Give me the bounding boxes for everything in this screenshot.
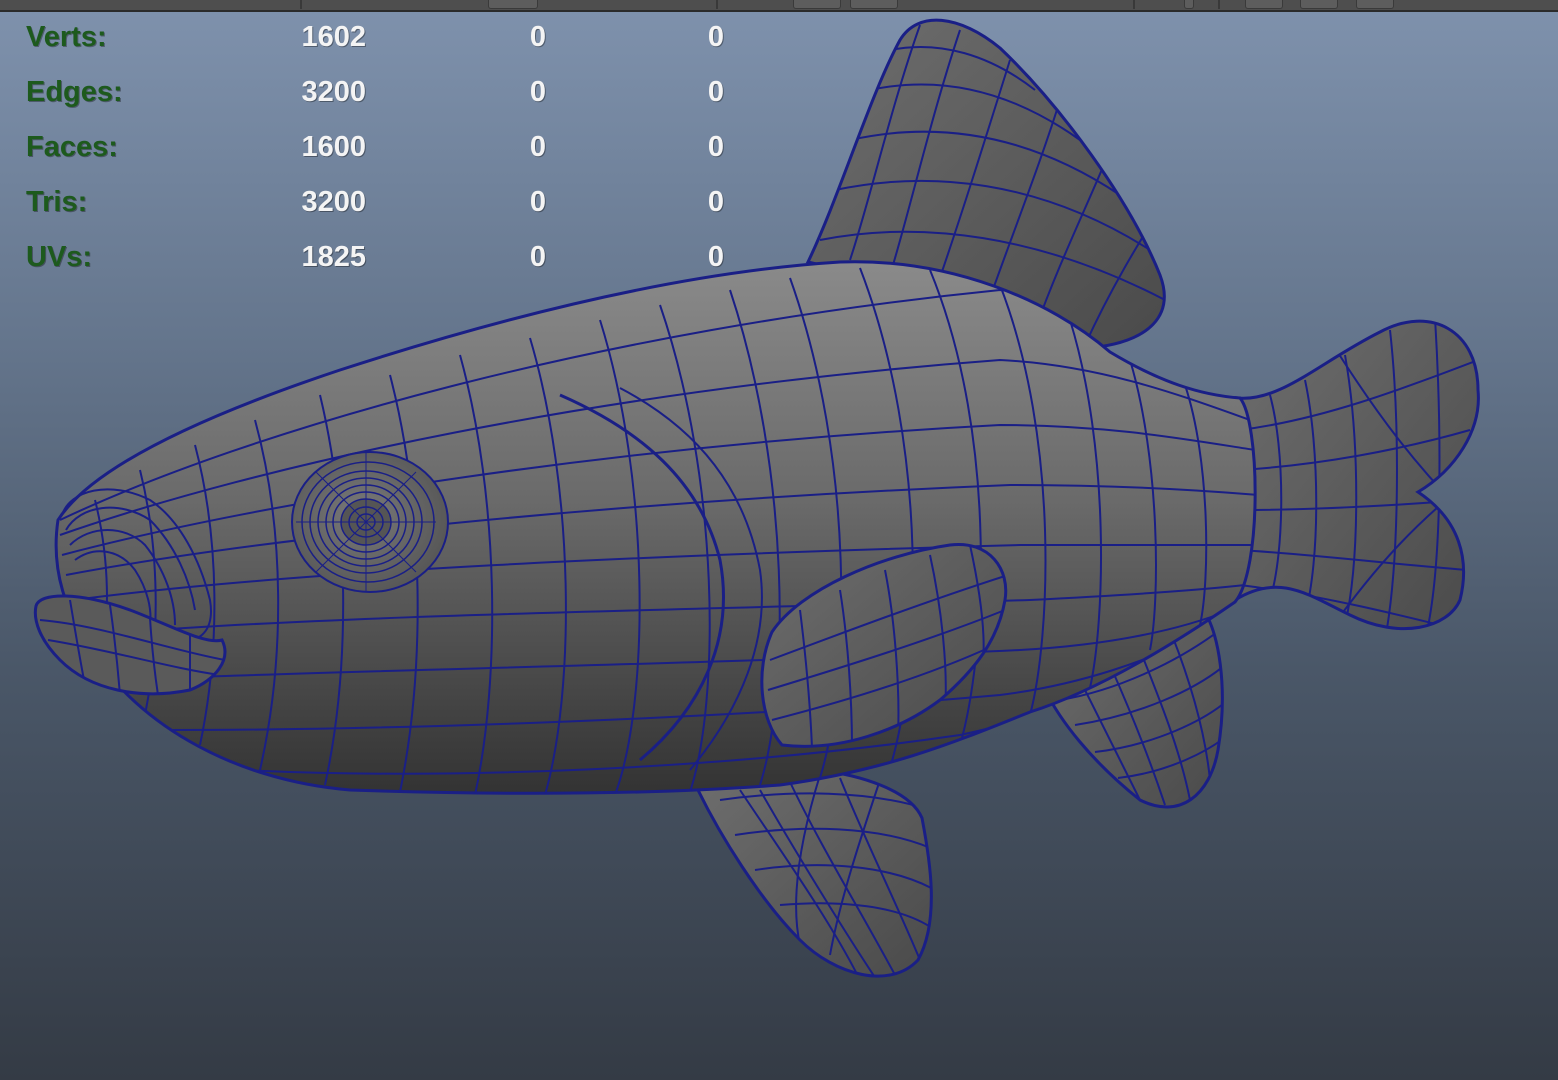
hud-value-component: 0: [707, 21, 724, 53]
hud-label: Edges:: [26, 76, 123, 108]
3d-viewport[interactable]: Verts: 1602 0 0 Edges: 3200 0 0 Faces: 1…: [0, 0, 1558, 1080]
hud-value-object: 1602: [301, 21, 366, 53]
hud-row-uvs: UVs: 1825 0 0: [26, 230, 726, 285]
hud-row-tris: Tris: 3200 0 0: [26, 175, 726, 230]
pelvic-fin: [695, 768, 933, 978]
hud-value-selected: 0: [529, 21, 546, 53]
hud-value-component: 0: [707, 241, 724, 273]
tail-fin: [1233, 319, 1480, 630]
eye: [291, 451, 449, 593]
hud-value-selected: 0: [529, 131, 546, 163]
hud-value-selected: 0: [529, 241, 546, 273]
hud-value-selected: 0: [529, 76, 546, 108]
hud-row-edges: Edges: 3200 0 0: [26, 65, 726, 120]
hud-label: Verts:: [26, 21, 107, 53]
hud-value-component: 0: [707, 76, 724, 108]
hud-value-component: 0: [707, 131, 724, 163]
poly-count-hud: Verts: 1602 0 0 Edges: 3200 0 0 Faces: 1…: [26, 10, 726, 285]
hud-label: UVs:: [26, 241, 93, 273]
hud-value-object: 3200: [301, 76, 366, 108]
hud-value-selected: 0: [529, 186, 546, 218]
hud-label: Tris:: [26, 186, 88, 218]
hud-value-object: 1600: [301, 131, 366, 163]
hud-label: Faces:: [26, 131, 118, 163]
hud-value-component: 0: [707, 186, 724, 218]
hud-row-faces: Faces: 1600 0 0: [26, 120, 726, 175]
hud-row-verts: Verts: 1602 0 0: [26, 10, 726, 65]
hud-value-object: 1825: [301, 241, 366, 273]
hud-value-object: 3200: [301, 186, 366, 218]
